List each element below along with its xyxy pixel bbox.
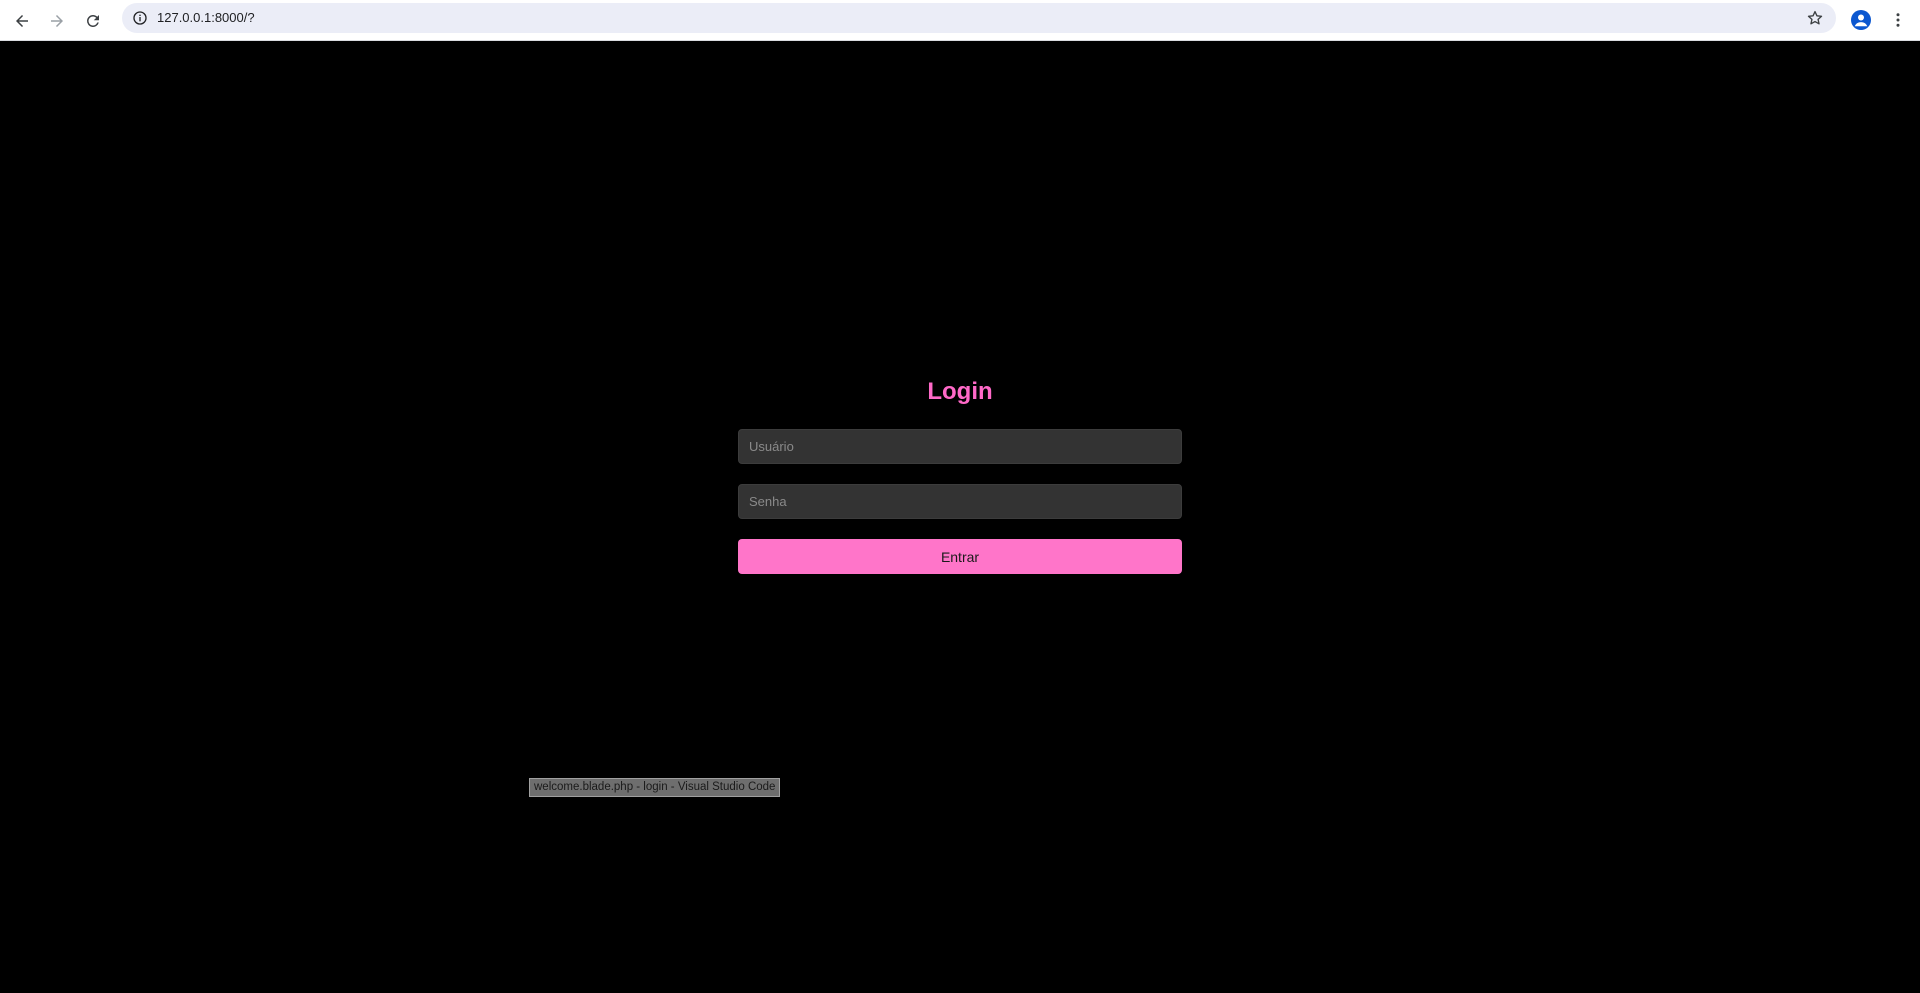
kebab-menu-icon [1896, 13, 1900, 27]
site-info-button[interactable] [128, 6, 152, 30]
info-icon [133, 11, 147, 25]
address-bar[interactable]: 127.0.0.1:8000/? [122, 3, 1836, 33]
forward-button[interactable] [42, 6, 72, 36]
avatar [1851, 10, 1871, 30]
page-title: Login [927, 378, 993, 405]
bookmark-button[interactable] [1804, 7, 1826, 29]
reload-button[interactable] [78, 6, 108, 36]
profile-button[interactable] [1847, 6, 1875, 34]
browser-toolbar: 127.0.0.1:8000/? [0, 0, 1920, 41]
person-icon [1854, 14, 1868, 27]
password-input[interactable] [738, 484, 1182, 519]
window-title-tooltip: welcome.blade.php - login - Visual Studi… [529, 778, 781, 797]
username-input[interactable] [738, 429, 1182, 464]
url-text[interactable]: 127.0.0.1:8000/? [157, 3, 255, 33]
back-button[interactable] [7, 6, 37, 36]
browser-menu-button[interactable] [1886, 6, 1910, 34]
arrow-right-icon [51, 15, 63, 27]
login-button[interactable]: Entrar [738, 539, 1182, 574]
reload-icon [87, 14, 99, 27]
star-icon [1807, 10, 1823, 25]
arrow-left-icon [16, 15, 28, 27]
